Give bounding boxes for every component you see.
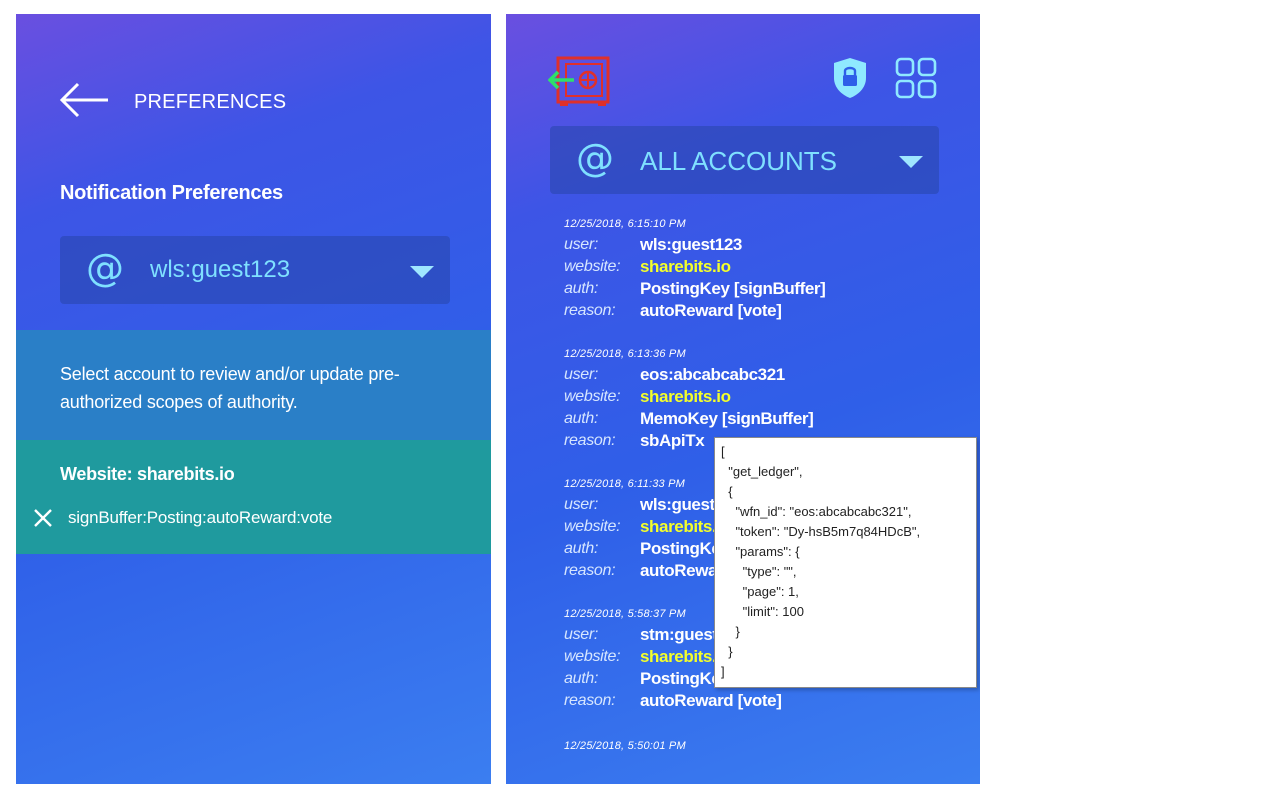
reason-key: reason:: [564, 562, 616, 579]
tooltip-line: "params": {: [721, 544, 800, 559]
user-key: user:: [564, 496, 599, 513]
account-select[interactable]: @ wls:guest123: [60, 236, 450, 304]
auth-key: auth:: [564, 280, 599, 297]
dropdown-triangle-icon: [410, 266, 434, 278]
scope-item-label: signBuffer:Posting:autoReward:vote: [68, 508, 333, 527]
dropdown-triangle-icon: [899, 156, 923, 168]
auth-key: auth:: [564, 670, 599, 687]
reason-key: reason:: [564, 432, 616, 449]
auth-key: auth:: [564, 540, 599, 557]
website-key: website:: [564, 648, 621, 665]
user-value: eos:abcabcabc321: [640, 365, 785, 384]
preferences-panel: PREFERENCES Notification Preferences @ w…: [16, 14, 491, 784]
website-key: website:: [564, 518, 621, 535]
account-filter-value: ALL ACCOUNTS: [640, 146, 837, 176]
website-key: website:: [564, 388, 621, 405]
user-value: wls:guest123: [640, 235, 742, 254]
tooltip-line: "wfn_id": "eos:abcabcabc321",: [721, 504, 912, 519]
tooltip-line: }: [721, 644, 733, 659]
tooltip-line: }: [721, 624, 740, 639]
back-arrow-icon[interactable]: [58, 81, 110, 119]
at-icon: @: [576, 136, 614, 180]
tooltip-line: "get_ledger",: [721, 464, 803, 479]
website-key: website:: [564, 258, 621, 275]
log-timestamp: 12/25/2018, 6:15:10 PM: [564, 218, 686, 230]
reason-value[interactable]: sbApiTx: [640, 430, 705, 452]
log-timestamp: 12/25/2018, 6:13:36 PM: [564, 348, 686, 360]
website-value[interactable]: sharebits.io: [640, 256, 731, 278]
log-entry: 12/25/2018, 6:15:10 PM user: wls:guest123…: [564, 214, 924, 322]
tooltip-line: "type": "",: [721, 564, 797, 579]
user-key: user:: [564, 366, 599, 383]
tooltip-line: "limit": 100: [721, 604, 804, 619]
user-value: stm:guest: [640, 625, 718, 644]
tooltip-line: [: [721, 444, 725, 459]
account-filter-select[interactable]: @ ALL ACCOUNTS: [550, 126, 939, 194]
info-band: Select account to review and/or update p…: [16, 330, 491, 440]
log-entry: 12/25/2018, 5:50:01 PM: [564, 736, 924, 756]
tooltip-line: "token": "Dy-hsB5m7q84HDcB",: [721, 524, 921, 539]
website-value[interactable]: sharebits.io: [640, 386, 731, 408]
info-text: Select account to review and/or update p…: [60, 364, 400, 412]
reason-value[interactable]: autoReward [vote]: [640, 300, 782, 322]
user-value: wls:guest: [640, 495, 715, 514]
scope-website-label: Website: sharebits.io: [60, 464, 235, 484]
reason-tooltip: [ "get_ledger", { "wfn_id": "eos:abcabca…: [714, 437, 977, 688]
user-key: user:: [564, 626, 599, 643]
at-icon: @: [86, 246, 124, 290]
tooltip-line: {: [721, 484, 733, 499]
auth-value: PostingKey [signBuffer]: [640, 279, 826, 298]
auth-value: MemoKey [signBuffer]: [640, 409, 814, 428]
log-entry: 12/25/2018, 6:13:36 PM user: eos:abcabcab…: [564, 344, 924, 452]
tooltip-line: "page": 1,: [721, 584, 799, 599]
reason-key: reason:: [564, 692, 616, 709]
account-select-value: wls:guest123: [150, 256, 291, 283]
scope-group: Website: sharebits.io signBuffer:Posting…: [16, 440, 491, 554]
log-timestamp: 12/25/2018, 5:50:01 PM: [564, 740, 686, 752]
tooltip-line: ]: [721, 664, 725, 679]
activity-panel: @ ALL ACCOUNTS 12/25/2018, 6:15:10 PM us…: [506, 14, 980, 784]
user-key: user:: [564, 236, 599, 253]
section-title: Notification Preferences: [60, 182, 283, 204]
page-title: PREFERENCES: [134, 91, 287, 113]
reason-value[interactable]: autoReward [vote]: [640, 690, 782, 712]
grid-icon[interactable]: [894, 56, 938, 100]
vault-exit-icon[interactable]: [548, 54, 614, 106]
auth-key: auth:: [564, 410, 599, 427]
shield-lock-icon[interactable]: [832, 56, 868, 100]
reason-key: reason:: [564, 302, 616, 319]
close-icon[interactable]: [32, 507, 54, 529]
scope-item: signBuffer:Posting:autoReward:vote: [32, 504, 332, 532]
